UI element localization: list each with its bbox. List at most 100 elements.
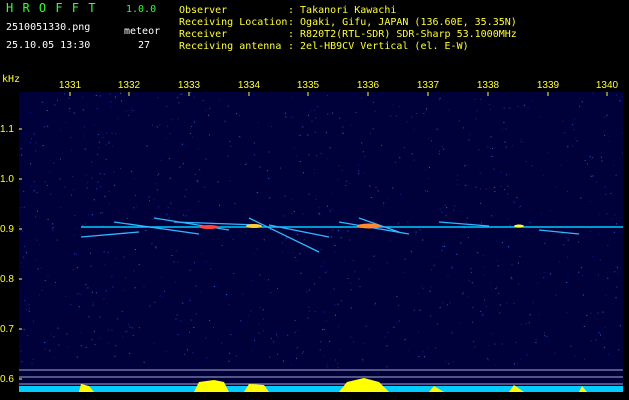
noise-pixel (502, 128, 504, 130)
noise-pixel (314, 131, 316, 133)
noise-pixel (342, 132, 344, 134)
noise-pixel (340, 237, 342, 239)
noise-pixel (456, 253, 458, 255)
noise-pixel (480, 203, 481, 204)
noise-pixel (460, 322, 461, 324)
noise-pixel (386, 262, 388, 264)
noise-pixel (51, 228, 53, 230)
noise-pixel (615, 94, 617, 96)
noise-pixel (277, 353, 278, 355)
noise-pixel (424, 356, 425, 358)
noise-pixel (156, 126, 158, 128)
noise-pixel (230, 145, 232, 147)
noise-pixel (143, 361, 145, 363)
file-name: 2510051330.png (6, 22, 91, 33)
noise-pixel (121, 100, 122, 102)
noise-pixel (372, 101, 374, 103)
noise-pixel (186, 349, 188, 351)
noise-pixel (445, 361, 447, 363)
noise-pixel (430, 315, 432, 317)
noise-pixel (407, 350, 409, 352)
noise-pixel (173, 261, 175, 263)
noise-pixel (133, 178, 135, 180)
noise-pixel (331, 236, 333, 238)
noise-pixel (515, 342, 517, 343)
noise-pixel (100, 186, 102, 188)
noise-pixel (117, 318, 119, 320)
noise-pixel (339, 349, 341, 351)
noise-pixel (286, 237, 288, 239)
noise-pixel (93, 330, 95, 332)
noise-pixel (44, 280, 46, 282)
noise-pixel (483, 274, 485, 276)
noise-pixel (154, 301, 156, 303)
noise-pixel (590, 340, 592, 342)
noise-pixel (480, 188, 482, 190)
noise-pixel (228, 304, 230, 306)
noise-pixel (121, 310, 123, 312)
noise-pixel (428, 177, 430, 179)
noise-pixel (172, 119, 174, 121)
noise-pixel (270, 292, 272, 293)
noise-pixel (273, 341, 275, 343)
noise-pixel (393, 326, 395, 328)
noise-pixel (60, 129, 62, 131)
noise-pixel (190, 92, 192, 93)
noise-pixel (52, 229, 54, 231)
y-tick-label: 0.8 (0, 274, 14, 285)
noise-pixel (253, 142, 255, 144)
noise-pixel (519, 205, 521, 207)
noise-pixel (314, 283, 316, 285)
noise-pixel (307, 134, 309, 136)
noise-pixel (439, 307, 441, 309)
noise-pixel (561, 232, 563, 234)
noise-pixel (50, 334, 52, 336)
noise-pixel (595, 318, 597, 320)
noise-pixel (555, 294, 557, 296)
noise-pixel (460, 242, 462, 244)
noise-pixel (353, 341, 355, 343)
noise-pixel (618, 349, 620, 351)
noise-pixel (399, 105, 400, 107)
noise-pixel (134, 195, 136, 197)
noise-pixel (230, 235, 232, 237)
noise-pixel (507, 218, 509, 220)
noise-pixel (259, 274, 261, 276)
noise-pixel (93, 124, 95, 126)
noise-pixel (498, 292, 500, 294)
noise-pixel (308, 154, 310, 156)
noise-pixel (522, 141, 524, 143)
noise-pixel (416, 113, 418, 115)
noise-pixel (229, 180, 231, 182)
noise-pixel (35, 216, 36, 218)
noise-pixel (123, 289, 125, 291)
noise-pixel (109, 93, 111, 95)
noise-pixel (296, 260, 298, 262)
noise-pixel (332, 229, 334, 231)
noise-pixel (326, 270, 328, 272)
noise-pixel (511, 278, 513, 280)
noise-pixel (115, 133, 117, 135)
noise-pixel (240, 320, 242, 322)
noise-pixel (369, 185, 371, 187)
noise-pixel (59, 178, 61, 180)
noise-pixel (230, 334, 232, 336)
noise-pixel (296, 347, 298, 349)
noise-pixel (31, 363, 33, 364)
noise-pixel (284, 112, 286, 114)
y-tick-label: 0.7 (0, 324, 14, 335)
noise-pixel (37, 210, 38, 212)
noise-pixel (93, 199, 95, 201)
noise-pixel (29, 112, 31, 113)
noise-pixel (85, 283, 87, 285)
noise-pixel (413, 159, 415, 161)
noise-pixel (439, 150, 440, 152)
noise-pixel (435, 347, 436, 349)
noise-pixel (128, 114, 129, 116)
noise-pixel (335, 314, 336, 316)
noise-pixel (566, 282, 568, 283)
noise-pixel (511, 263, 513, 265)
noise-pixel (111, 330, 113, 331)
noise-pixel (490, 282, 492, 284)
noise-pixel (88, 316, 90, 318)
